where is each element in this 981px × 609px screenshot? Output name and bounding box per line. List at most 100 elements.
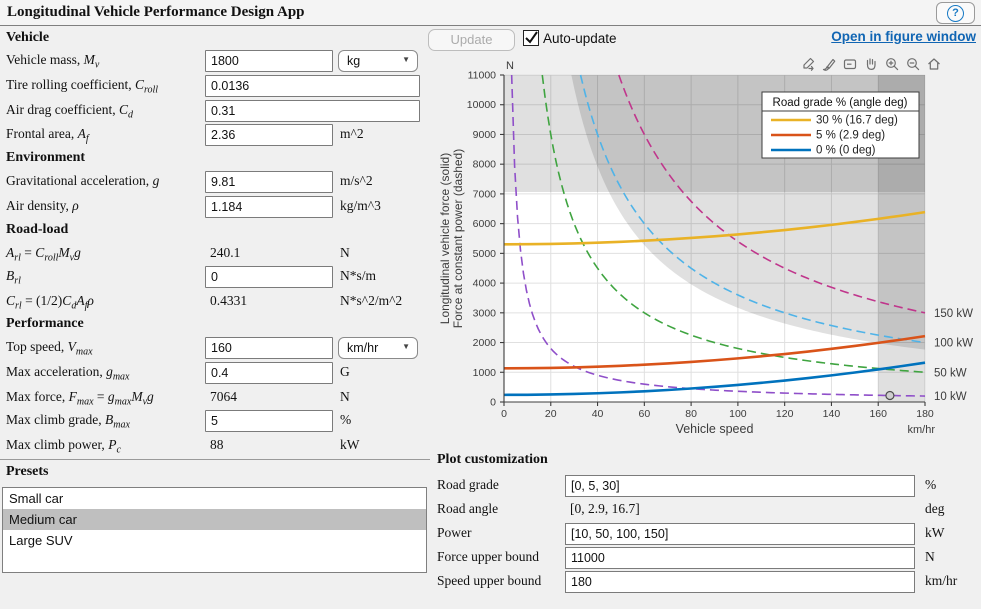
force-upper-bound-input[interactable] <box>565 547 915 569</box>
auto-update-control[interactable]: Auto-update <box>523 30 617 46</box>
road-angle-unit: deg <box>925 501 945 517</box>
svg-text:140: 140 <box>823 408 841 420</box>
zoom-in-icon[interactable] <box>883 55 901 73</box>
road-grade-input[interactable] <box>565 475 915 497</box>
divider <box>0 459 430 460</box>
titlebar: Longitudinal Vehicle Performance Design … <box>0 0 981 26</box>
max-accel-unit: G <box>340 364 350 380</box>
power-input[interactable] <box>565 523 915 545</box>
preset-item-medium-car[interactable]: Medium car <box>3 509 426 530</box>
top-speed-input[interactable] <box>205 337 333 359</box>
brush-icon[interactable] <box>820 55 838 73</box>
performance-chart: 0204060801001201401601800100020003000400… <box>437 52 981 448</box>
gravity-input[interactable] <box>205 171 333 193</box>
preset-item-small-car[interactable]: Small car <box>3 488 426 509</box>
pan-icon[interactable] <box>862 55 880 73</box>
drag-coeff-label: Air drag coefficient, Cd <box>6 102 133 121</box>
c-rl-unit: N*s^2/m^2 <box>340 293 402 309</box>
force-upper-bound-row: Force upper bound N <box>437 547 981 571</box>
power-unit: kW <box>925 525 945 541</box>
section-performance: Performance <box>6 316 84 332</box>
a-rl-label: Arl = CrollMvg <box>6 245 81 264</box>
road-grade-row: Road grade % <box>437 475 981 499</box>
presets-listbox[interactable]: Small car Medium car Large SUV <box>2 487 427 573</box>
svg-text:Vehicle speed: Vehicle speed <box>676 422 754 436</box>
svg-text:1000: 1000 <box>473 367 497 379</box>
max-accel-label: Max acceleration, gmax <box>6 364 130 383</box>
a-rl-unit: N <box>340 245 350 261</box>
road-angle-value: [0, 2.9, 16.7] <box>570 501 640 517</box>
max-climb-grade-unit: % <box>340 412 351 428</box>
section-roadload: Road-load <box>6 222 68 238</box>
svg-text:11000: 11000 <box>468 70 497 82</box>
tire-coeff-input[interactable] <box>205 75 420 97</box>
svg-text:60: 60 <box>638 408 650 420</box>
top-speed-row: Top speed, Vmax km/hr ▼ <box>0 337 430 361</box>
max-climb-power-row: Max climb power, Pc 88 kW <box>0 435 430 459</box>
auto-update-checkbox[interactable] <box>523 30 539 46</box>
frontal-area-label: Frontal area, Af <box>6 126 89 145</box>
open-figure-link[interactable]: Open in figure window <box>831 29 976 44</box>
max-climb-grade-input[interactable] <box>205 410 333 432</box>
frontal-area-row: Frontal area, Af m^2 <box>0 124 430 148</box>
max-accel-input[interactable] <box>205 362 333 384</box>
update-button[interactable]: Update <box>428 29 515 51</box>
max-climb-power-unit: kW <box>340 437 360 453</box>
curve-marker[interactable] <box>886 392 894 400</box>
vehicle-mass-label: Vehicle mass, Mv <box>6 52 99 71</box>
svg-text:180: 180 <box>916 408 934 420</box>
speed-upper-bound-label: Speed upper bound <box>437 573 541 589</box>
top-speed-unit-value: km/hr <box>347 341 378 355</box>
svg-text:N: N <box>506 60 514 72</box>
svg-text:5000: 5000 <box>473 248 497 260</box>
force-upper-bound-label: Force upper bound <box>437 549 539 565</box>
vehicle-performance-app: Longitudinal Vehicle Performance Design … <box>0 0 981 609</box>
home-icon[interactable] <box>925 55 943 73</box>
top-speed-label: Top speed, Vmax <box>6 339 93 358</box>
zoom-out-icon[interactable] <box>904 55 922 73</box>
app-title: Longitudinal Vehicle Performance Design … <box>7 4 305 21</box>
svg-text:0 % (0 deg): 0 % (0 deg) <box>816 145 876 157</box>
gravity-unit: m/s^2 <box>340 173 373 189</box>
svg-text:150 kW: 150 kW <box>934 308 973 320</box>
max-force-label: Max force, Fmax = gmaxMvg <box>6 389 154 408</box>
svg-text:Road grade % (angle deg): Road grade % (angle deg) <box>773 97 908 109</box>
svg-text:8000: 8000 <box>473 159 497 171</box>
gravity-row: Gravitational acceleration, g m/s^2 <box>0 171 430 195</box>
chevron-down-icon: ▼ <box>402 55 410 64</box>
svg-text:30 % (16.7 deg): 30 % (16.7 deg) <box>816 115 898 127</box>
a-rl-value: 240.1 <box>210 245 240 261</box>
air-density-input[interactable] <box>205 196 333 218</box>
max-climb-grade-row: Max climb grade, Bmax % <box>0 410 430 434</box>
c-rl-value: 0.4331 <box>210 293 247 309</box>
export-icon[interactable] <box>799 55 817 73</box>
vehicle-mass-unit-dropdown[interactable]: kg ▼ <box>338 50 418 72</box>
max-climb-power-value: 88 <box>210 437 224 453</box>
b-rl-unit: N*s/m <box>340 268 376 284</box>
help-button[interactable]: ? <box>936 2 975 24</box>
preset-item-large-suv[interactable]: Large SUV <box>3 530 426 551</box>
force-upper-bound-unit: N <box>925 549 935 565</box>
section-plot-customization: Plot customization <box>437 452 548 468</box>
svg-text:80: 80 <box>685 408 697 420</box>
speed-upper-bound-input[interactable] <box>565 571 915 593</box>
svg-text:0: 0 <box>501 408 507 420</box>
check-icon <box>523 29 540 46</box>
chart-legend: Road grade % (angle deg)30 % (16.7 deg)5… <box>762 92 919 158</box>
b-rl-label: Brl <box>6 268 21 287</box>
road-grade-unit: % <box>925 477 936 493</box>
frontal-area-input[interactable] <box>205 124 333 146</box>
datatip-icon[interactable] <box>841 55 859 73</box>
road-grade-label: Road grade <box>437 477 499 493</box>
top-speed-unit-dropdown[interactable]: km/hr ▼ <box>338 337 418 359</box>
section-vehicle: Vehicle <box>6 30 49 46</box>
speed-upper-bound-unit: km/hr <box>925 573 957 589</box>
vehicle-mass-row: Vehicle mass, Mv kg ▼ <box>0 50 430 74</box>
b-rl-input[interactable] <box>205 266 333 288</box>
drag-coeff-input[interactable] <box>205 100 420 122</box>
road-angle-row: Road angle [0, 2.9, 16.7] deg <box>437 499 981 523</box>
svg-text:40: 40 <box>592 408 604 420</box>
vehicle-mass-input[interactable] <box>205 50 333 72</box>
svg-text:6000: 6000 <box>473 218 497 230</box>
max-accel-row: Max acceleration, gmax G <box>0 362 430 386</box>
